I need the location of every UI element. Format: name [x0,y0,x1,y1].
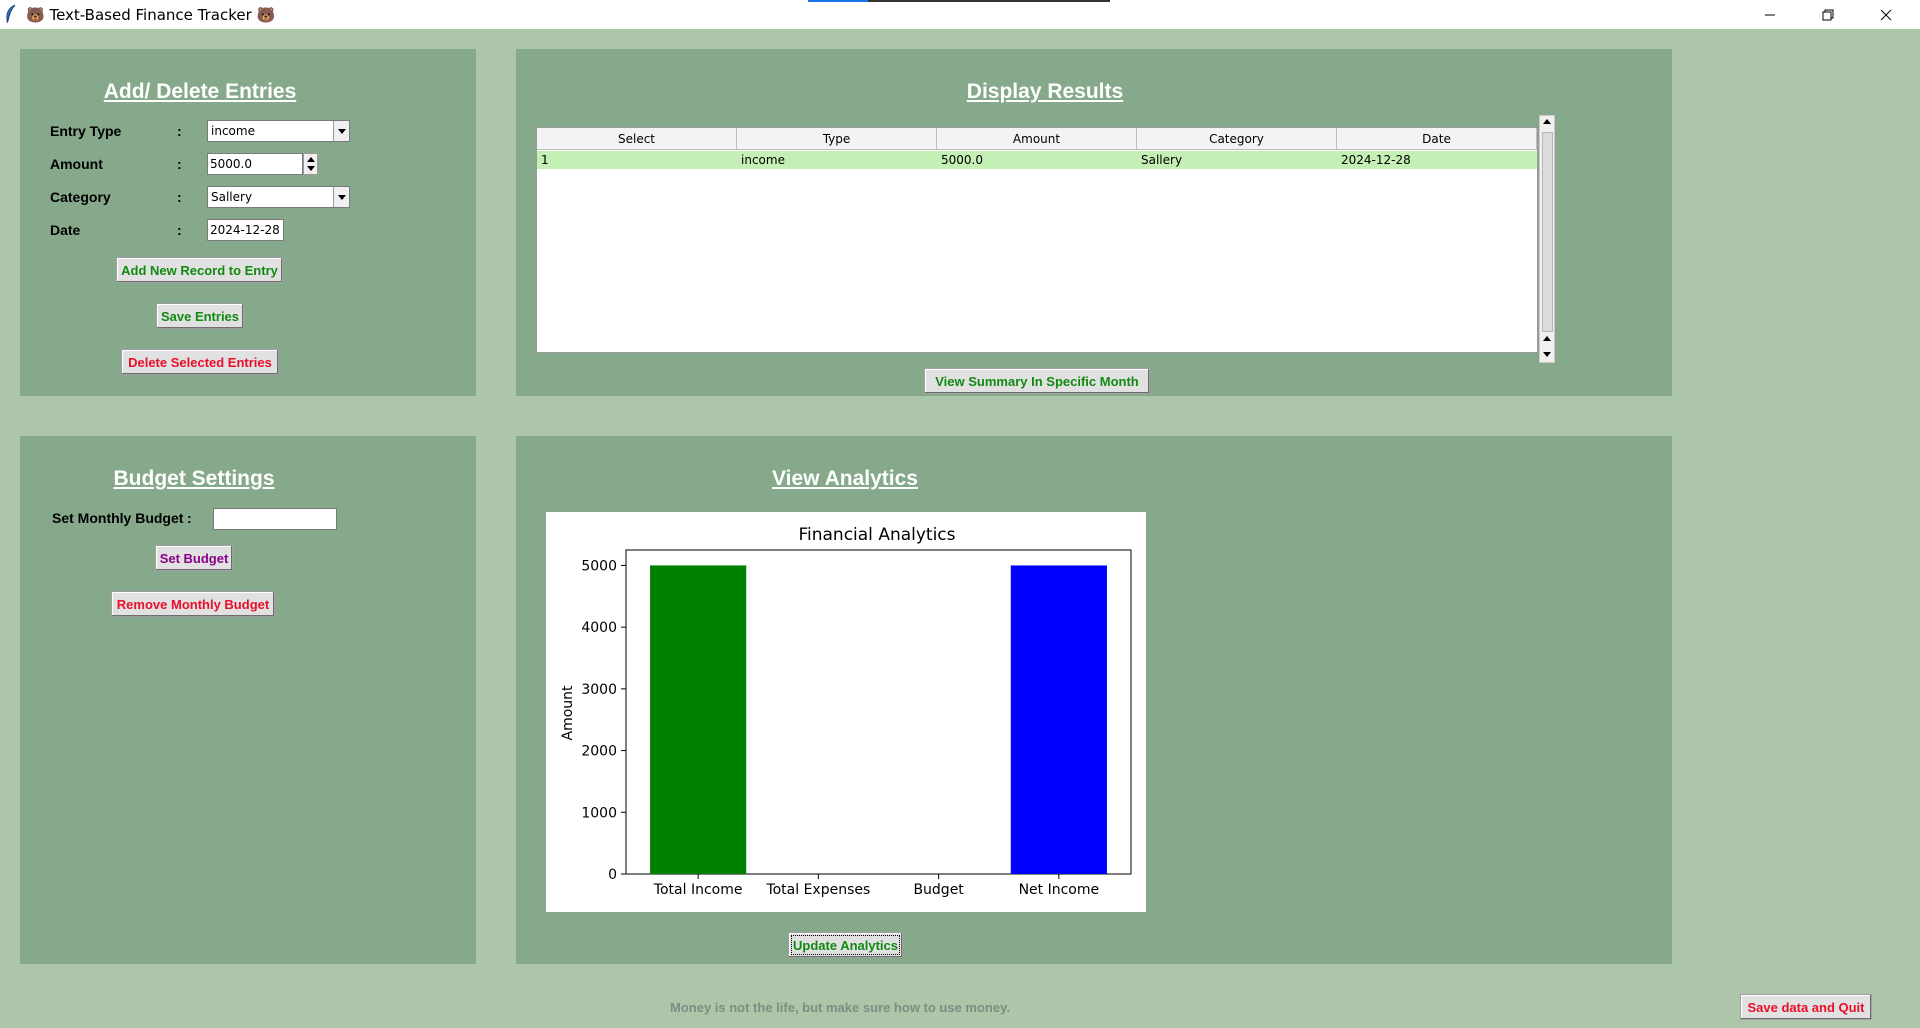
chart-x-tick-label: Total Income [653,882,743,898]
column-header-type[interactable]: Type [737,128,937,150]
column-header-select[interactable]: Select [537,128,737,150]
chart-y-tick-label: 4000 [581,620,617,636]
delete-entries-button[interactable]: Delete Selected Entries [121,349,279,375]
entry-type-dropdown[interactable]: income [207,120,350,142]
set-budget-button[interactable]: Set Budget [155,545,233,571]
table-scrollbar[interactable] [1539,115,1555,363]
chart-y-tick-label: 3000 [581,682,617,698]
feather-icon [6,4,16,24]
chevron-down-icon[interactable] [333,121,349,141]
analytics-chart-svg: Financial Analytics Amount 0 1000 2000 3000… [560,525,1132,898]
analytics-heading: View Analytics [772,467,918,490]
add-record-button[interactable]: Add New Record to Entry [116,257,283,283]
footer-quote: Money is not the life, but make sure how… [670,1000,1010,1015]
date-label: Date [50,222,81,238]
title-progress-line [808,0,1110,2]
table-cell: 2024-12-28 [1341,153,1411,167]
view-summary-button[interactable]: View Summary In Specific Month [924,368,1150,394]
chart-title: Financial Analytics [798,525,955,545]
date-field[interactable]: 2024-12-28 [207,219,284,241]
bear-icon: 🐻 [26,6,45,24]
column-header-date[interactable]: Date [1337,128,1537,150]
scroll-up-icon[interactable] [1543,119,1551,124]
close-icon [1880,9,1892,20]
update-analytics-button[interactable]: Update Analytics [788,932,903,958]
amount-field[interactable]: 5000.0 [207,153,303,175]
chart-y-tick-label: 5000 [581,558,617,574]
scroll-up-icon[interactable] [1543,336,1551,341]
minimize-button[interactable] [1742,0,1798,29]
budget-heading: Budget Settings [113,467,275,490]
chart-bar [650,565,747,874]
minimize-icon [1765,14,1775,15]
stepper-down-icon[interactable] [307,166,315,171]
monthly-budget-field[interactable] [213,508,337,530]
table-cell: income [741,153,785,167]
table-row[interactable]: 1 income 5000.0 Sallery 2024-12-28 [537,151,1537,169]
chart-y-axis-label: Amount [560,685,576,741]
stepper-up-icon[interactable] [307,157,315,162]
table-cell: Sallery [1141,153,1183,167]
scroll-down-icon[interactable] [1543,352,1551,357]
title-bar: 🐻 Text-Based Finance Tracker 🐻 [0,0,1920,29]
table-header: Select Type Amount Category Date [537,128,1537,150]
analytics-chart: Financial Analytics Amount 0 1000 2000 3000… [546,512,1146,912]
chart-x-tick-label: Budget [913,882,964,898]
close-button[interactable] [1858,0,1914,29]
chart-x-tick-label: Total Expenses [765,882,870,898]
monthly-budget-label: Set Monthly Budget [52,510,184,526]
save-and-quit-button[interactable]: Save data and Quit [1740,994,1872,1020]
chart-bar [1010,565,1107,874]
entries-heading: Add/ Delete Entries [103,80,297,103]
remove-budget-button[interactable]: Remove Monthly Budget [111,591,275,617]
entries-table[interactable]: Select Type Amount Category Date 1 incom… [536,127,1538,353]
category-label: Category [50,189,111,205]
window-title: 🐻 Text-Based Finance Tracker 🐻 [26,6,276,24]
amount-label: Amount [50,156,103,172]
table-cell: 5000.0 [941,153,983,167]
chart-x-tick-label: Net Income [1019,882,1100,898]
chart-y-tick-label: 0 [608,867,617,883]
chart-y-tick-label: 1000 [581,805,617,821]
bear-icon: 🐻 [256,6,276,24]
table-cell: 1 [541,153,549,167]
column-header-amount[interactable]: Amount [937,128,1137,150]
scrollbar-thumb[interactable] [1542,132,1553,332]
restore-button[interactable] [1800,0,1856,29]
category-dropdown[interactable]: Sallery [207,186,350,208]
chart-y-tick-label: 2000 [581,744,617,760]
results-heading: Display Results [966,80,1124,103]
chevron-down-icon[interactable] [333,187,349,207]
column-header-category[interactable]: Category [1137,128,1337,150]
entry-type-label: Entry Type [50,123,122,139]
amount-stepper[interactable] [303,153,318,175]
save-entries-button[interactable]: Save Entries [156,303,244,329]
restore-icon [1822,9,1834,20]
